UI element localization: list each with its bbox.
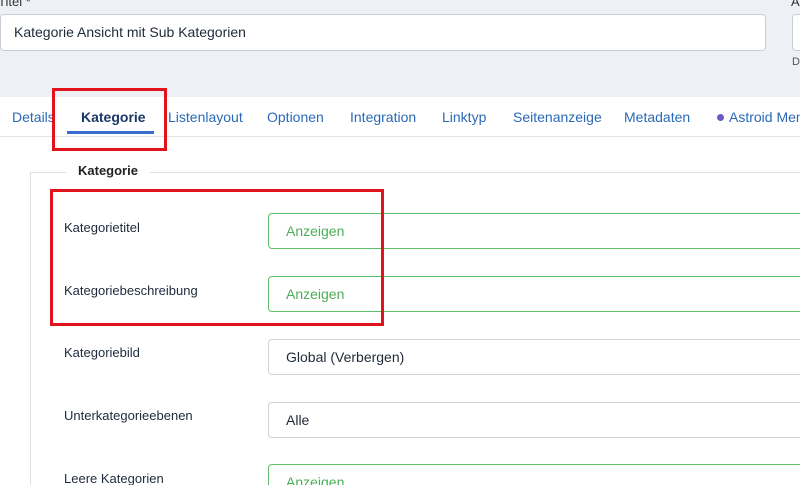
alias-input[interactable] [792,14,800,51]
select-unterkategorieebenen[interactable]: Alle [268,402,800,438]
fieldset-border-left [30,172,31,485]
label-unterkategorieebenen: Unterkategorieebenen [64,408,193,423]
tab-astroid-menu-label: Astroid Menu [729,109,800,125]
highlight-box-tab [52,88,167,151]
fieldset-legend: Kategorie [78,163,138,178]
label-leere-kategorien: Leere Kategorien [64,471,164,485]
fieldset-border-top-right [150,172,800,173]
select-leere-kategorien[interactable]: Anzeigen [268,464,800,485]
tab-astroid-menu[interactable]: Astroid Menu [717,109,800,125]
label-kategoriebild: Kategoriebild [64,345,140,360]
alias-label: A [791,0,800,9]
select-kategoriebild[interactable]: Global (Verbergen) [268,339,800,375]
astroid-dot-icon [717,114,724,121]
title-input[interactable]: Kategorie Ansicht mit Sub Kategorien [0,14,766,51]
alias-hint: D [792,56,800,68]
tab-linktyp[interactable]: Linktyp [442,109,486,125]
fieldset-border-top-left [30,172,66,173]
tab-details[interactable]: Details [12,109,55,125]
tab-metadaten[interactable]: Metadaten [624,109,690,125]
tab-optionen[interactable]: Optionen [267,109,324,125]
tab-listenlayout[interactable]: Listenlayout [168,109,243,125]
tab-seitenanzeige[interactable]: Seitenanzeige [513,109,602,125]
tab-integration[interactable]: Integration [350,109,416,125]
title-label: Titel * [0,0,31,9]
item-header-area: Titel * Kategorie Ansicht mit Sub Katego… [0,0,800,97]
highlight-box-fields [50,189,384,326]
